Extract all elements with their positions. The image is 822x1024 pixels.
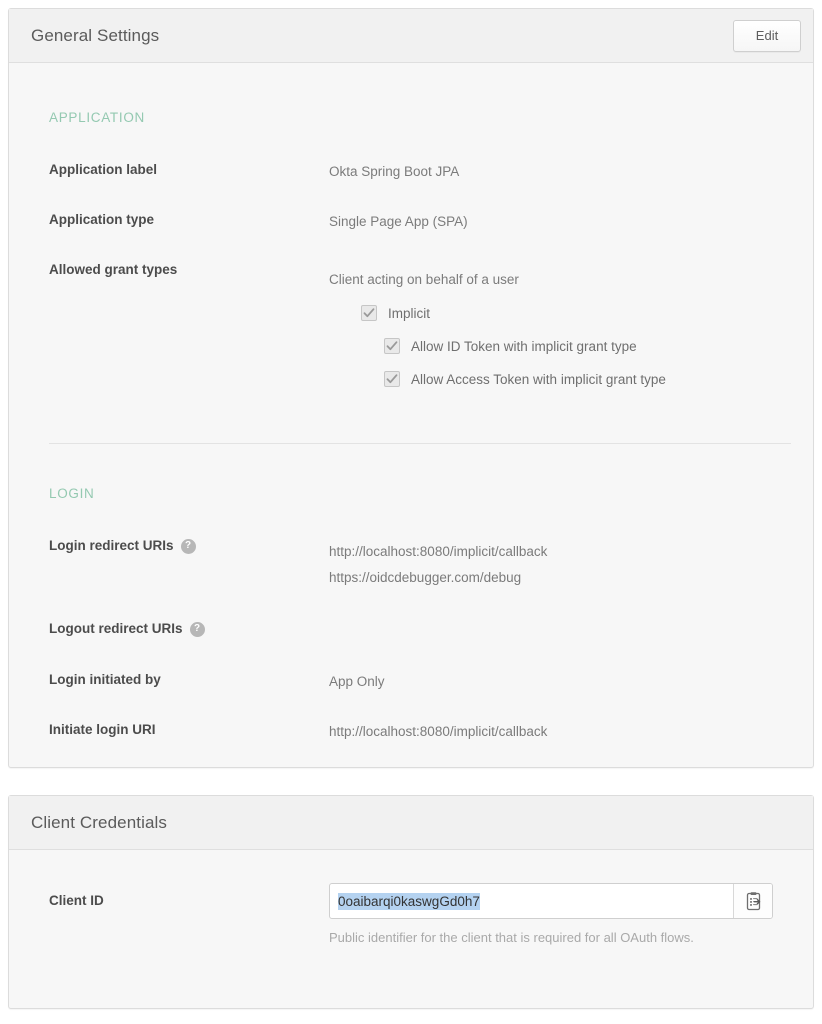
row-label: Login redirect URIs ? [49,537,329,555]
row-application-label: Application label Okta Spring Boot JPA [49,161,779,183]
help-icon[interactable]: ? [189,621,205,637]
row-application-type: Application type Single Page App (SPA) [49,211,779,233]
general-settings-header: General Settings Edit [9,9,813,63]
row-allowed-grant-types: Allowed grant types Client acting on beh… [49,261,789,387]
client-id-input[interactable]: 0oaibarqi0kaswgGd0h7 [330,884,733,918]
checkbox-row-allow-access-token[interactable]: Allow Access Token with implicit grant t… [384,371,666,387]
help-icon[interactable]: ? [180,538,196,554]
grant-types-group: Client acting on behalf of a user Implic… [329,261,666,387]
row-logout-redirect-uris: Logout redirect URIs ? [49,620,789,638]
row-value: Single Page App (SPA) [329,214,468,229]
client-id-field-group: 0oaibarqi0kaswgGd0h7 Public identifier f… [329,883,773,945]
row-login-initiated-by: Login initiated by App Only [49,671,789,693]
login-redirect-uri-item: http://localhost:8080/implicit/callback [329,544,548,559]
page-title: General Settings [31,25,160,45]
row-value: App Only [329,674,385,689]
checkbox-label: Allow Access Token with implicit grant t… [411,371,666,387]
login-redirect-uri-item: https://oidcdebugger.com/debug [329,570,522,585]
checkbox-allow-id-token[interactable] [384,338,400,354]
row-initiate-login-uri: Initiate login URI http://localhost:8080… [49,721,789,743]
client-credentials-panel: Client Credentials Client ID 0oaibarqi0k… [8,795,814,1009]
section-divider [49,443,791,444]
general-settings-panel: General Settings Edit APPLICATION Applic… [8,8,814,768]
grant-types-group-label: Client acting on behalf of a user [329,272,519,287]
checkbox-label: Allow ID Token with implicit grant type [411,338,637,354]
row-value-list: http://localhost:8080/implicit/callback … [329,537,547,589]
checkbox-row-allow-id-token[interactable]: Allow ID Token with implicit grant type [384,338,666,354]
row-client-id: Client ID 0oaibarqi0kaswgGd0h7 Public id… [49,883,789,945]
checkbox-implicit[interactable] [361,305,377,321]
row-label: Logout redirect URIs ? [49,620,329,638]
row-login-redirect-uris: Login redirect URIs ? http://localhost:8… [49,537,789,589]
row-label: Client ID [49,893,104,908]
row-label: Application type [49,212,155,227]
application-section-heading: APPLICATION [49,110,145,125]
row-label: Application label [49,162,158,177]
row-label: Allowed grant types [49,262,178,277]
client-id-value: 0oaibarqi0kaswgGd0h7 [338,892,480,910]
row-label: Initiate login URI [49,722,156,737]
clipboard-copy-icon[interactable] [733,884,772,918]
client-id-hint: Public identifier for the client that is… [329,930,694,945]
row-value: http://localhost:8080/implicit/callback [329,724,548,739]
row-label-text: Logout redirect URIs [49,621,183,636]
row-label: Login initiated by [49,672,161,687]
checkbox-row-implicit[interactable]: Implicit [361,305,666,321]
login-section-heading: LOGIN [49,486,95,501]
client-credentials-header: Client Credentials [9,796,813,850]
row-label-text: Login redirect URIs [49,538,174,553]
row-value: Okta Spring Boot JPA [329,164,460,179]
checkbox-allow-access-token[interactable] [384,371,400,387]
client-id-input-wrap[interactable]: 0oaibarqi0kaswgGd0h7 [329,883,773,919]
client-credentials-title: Client Credentials [31,812,167,832]
checkbox-label: Implicit [388,305,431,321]
edit-button[interactable]: Edit [733,19,801,52]
okta-app-settings-page: General Settings Edit APPLICATION Applic… [0,0,822,1024]
